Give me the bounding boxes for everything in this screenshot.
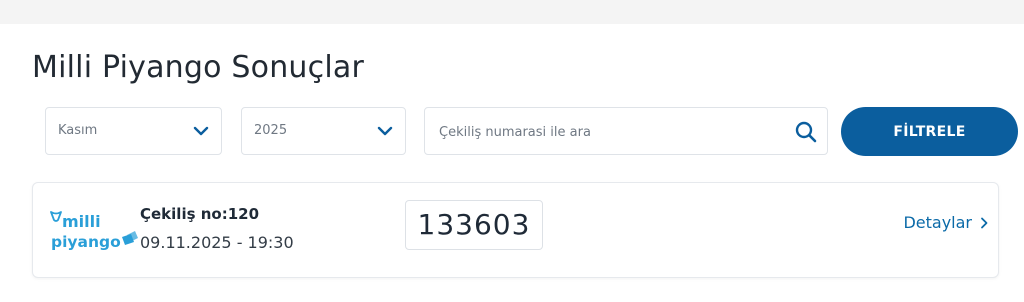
search-icon[interactable] xyxy=(794,120,818,144)
draw-date: 09.11.2025 - 19:30 xyxy=(140,233,294,252)
milli-piyango-logo: milli piyango xyxy=(50,211,138,251)
filter-button[interactable]: FİLTRELE xyxy=(841,107,1018,156)
top-band xyxy=(0,0,1024,24)
search-input[interactable] xyxy=(437,118,781,146)
details-label: Detaylar xyxy=(903,213,972,232)
draw-number-label: Çekiliş no:120 xyxy=(140,205,260,223)
page-title: Milli Piyango Sonuçlar xyxy=(32,50,364,85)
month-select-value: Kasım xyxy=(58,123,98,138)
month-select[interactable]: Kasım xyxy=(45,107,222,155)
chevron-down-icon xyxy=(377,126,393,136)
chevron-right-icon xyxy=(981,217,988,229)
logo-text-bottom: piyango xyxy=(51,233,121,251)
result-card: milli piyango Çekiliş no:120 09.11.2025 … xyxy=(32,182,999,278)
year-select[interactable]: 2025 xyxy=(241,107,406,155)
chevron-down-icon xyxy=(193,126,209,136)
details-link[interactable]: Detaylar xyxy=(903,213,988,232)
logo-text-top: milli xyxy=(62,212,101,231)
year-select-value: 2025 xyxy=(254,123,288,138)
search-box xyxy=(424,107,828,155)
winning-number: 133603 xyxy=(405,200,543,250)
